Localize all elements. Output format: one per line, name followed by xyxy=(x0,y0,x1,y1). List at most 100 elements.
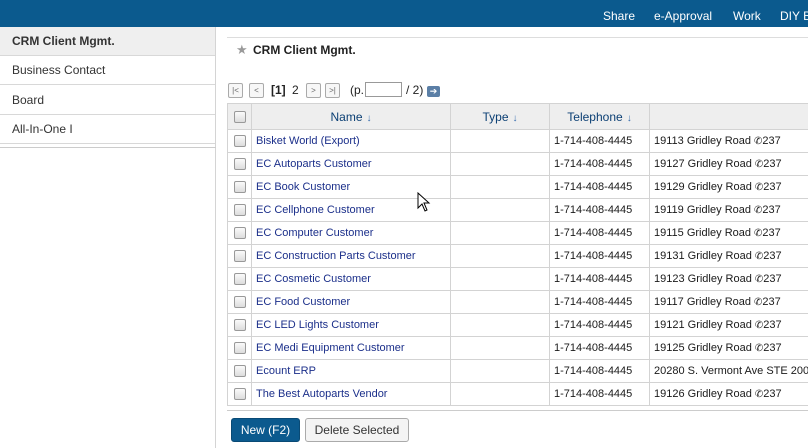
client-name-link[interactable]: Bisket World (Export) xyxy=(251,129,451,153)
sidebar: CRM Client Mgmt. Business Contact Board … xyxy=(0,27,216,448)
table-row[interactable]: The Best Autoparts Vendor 1-714-408-4445 1… xyxy=(227,382,808,406)
row-checkbox-cell xyxy=(227,198,252,222)
table-row[interactable]: EC Computer Customer 1-714-408-4445 19115 … xyxy=(227,221,808,245)
top-navigation-bar: Share e-Approval Work DIY B xyxy=(0,0,808,27)
table-row[interactable]: Bisket World (Export) 1-714-408-4445 19113… xyxy=(227,129,808,153)
row-checkbox[interactable] xyxy=(233,227,246,240)
table-row[interactable]: EC Medi Equipment Customer 1-714-408-4445… xyxy=(227,336,808,360)
page-link-2[interactable]: 2 xyxy=(292,83,299,97)
page-number-input[interactable] xyxy=(365,82,402,97)
table-row[interactable]: EC Book Customer 1-714-408-4445 19129 Grid… xyxy=(227,175,808,199)
first-page-button[interactable]: |< xyxy=(228,83,243,98)
next-page-button[interactable]: > xyxy=(306,83,321,98)
client-extension: 237 xyxy=(762,135,781,147)
client-address-cell: 19119 Gridley Road ✆237 xyxy=(649,198,808,222)
row-checkbox-cell xyxy=(227,336,252,360)
row-checkbox-cell xyxy=(227,221,252,245)
title-divider xyxy=(227,37,808,38)
client-address: 19123 Gridley Road xyxy=(654,273,752,285)
client-name-link[interactable]: EC Autoparts Customer xyxy=(251,152,451,176)
client-name-link[interactable]: EC Medi Equipment Customer xyxy=(251,336,451,360)
client-type xyxy=(450,336,550,360)
sidebar-item-all-in-one[interactable]: All-In-One I xyxy=(0,115,215,144)
page-title: CRM Client Mgmt. xyxy=(253,43,356,57)
go-page-icon[interactable]: ➔ xyxy=(427,86,440,97)
select-all-checkbox[interactable] xyxy=(233,111,246,124)
sidebar-item-board[interactable]: Board xyxy=(0,86,215,115)
sort-arrow-icon: ↓ xyxy=(366,112,372,124)
table-row[interactable]: EC Construction Parts Customer 1-714-408-… xyxy=(227,244,808,268)
client-address-cell: 19115 Gridley Road ✆237 xyxy=(649,221,808,245)
topnav-item-e-approval[interactable]: e-Approval xyxy=(654,9,712,23)
select-all-header xyxy=(227,103,252,130)
address-column-header[interactable]: Ac xyxy=(649,103,808,130)
row-checkbox[interactable] xyxy=(233,273,246,286)
client-type xyxy=(450,290,550,314)
table-row[interactable]: EC Food Customer 1-714-408-4445 19117 Grid… xyxy=(227,290,808,314)
client-name-link[interactable]: EC Food Customer xyxy=(251,290,451,314)
row-checkbox[interactable] xyxy=(233,296,246,309)
sidebar-menu: CRM Client Mgmt. Business Contact Board … xyxy=(0,27,216,148)
row-checkbox-cell xyxy=(227,152,252,176)
client-name-link[interactable]: EC Cosmetic Customer xyxy=(251,267,451,291)
client-extension: 237 xyxy=(763,319,782,331)
client-address-cell: 19117 Gridley Road ✆237 xyxy=(649,290,808,314)
type-header-label: Type xyxy=(482,109,509,124)
topnav-item-share[interactable]: Share xyxy=(603,9,635,23)
client-name-link[interactable]: EC Construction Parts Customer xyxy=(251,244,451,268)
row-checkbox-cell xyxy=(227,290,252,314)
client-extension: 237 xyxy=(763,273,782,285)
client-telephone: 1-714-408-4445 xyxy=(549,359,650,383)
client-name-link[interactable]: The Best Autoparts Vendor xyxy=(251,382,451,406)
new-button[interactable]: New (F2) xyxy=(231,418,300,442)
star-icon[interactable]: ★ xyxy=(236,42,248,58)
row-checkbox[interactable] xyxy=(233,135,246,148)
sort-arrow-icon: ↓ xyxy=(512,112,518,124)
sidebar-item-crm-client-mgmt[interactable]: CRM Client Mgmt. xyxy=(0,27,215,56)
row-checkbox[interactable] xyxy=(233,365,246,378)
type-column-header[interactable]: Type ↓ xyxy=(450,103,550,130)
row-checkbox[interactable] xyxy=(233,388,246,401)
topnav-item-work[interactable]: Work xyxy=(733,9,761,23)
client-telephone: 1-714-408-4445 xyxy=(549,198,650,222)
client-name-link[interactable]: EC LED Lights Customer xyxy=(251,313,451,337)
client-address: 19125 Gridley Road xyxy=(654,342,752,354)
client-name-link[interactable]: EC Computer Customer xyxy=(251,221,451,245)
table-row[interactable]: EC Cellphone Customer 1-714-408-4445 19119… xyxy=(227,198,808,222)
row-checkbox-cell xyxy=(227,175,252,199)
client-type xyxy=(450,175,550,199)
phone-icon: ✆ xyxy=(754,320,764,331)
client-extension: 237 xyxy=(762,204,781,216)
client-address-cell: 19125 Gridley Road ✆237 xyxy=(649,336,808,360)
sidebar-item-business-contact[interactable]: Business Contact xyxy=(0,56,215,85)
client-name-link[interactable]: Ecount ERP xyxy=(251,359,451,383)
row-checkbox[interactable] xyxy=(233,181,246,194)
row-checkbox[interactable] xyxy=(233,204,246,217)
client-address: 19117 Gridley Road xyxy=(654,296,752,308)
name-column-header[interactable]: Name ↓ xyxy=(251,103,451,130)
client-telephone: 1-714-408-4445 xyxy=(549,336,650,360)
row-checkbox[interactable] xyxy=(233,250,246,263)
topnav-item-diy[interactable]: DIY B xyxy=(780,9,808,23)
row-checkbox[interactable] xyxy=(233,342,246,355)
client-type xyxy=(450,244,550,268)
table-row[interactable]: EC Cosmetic Customer 1-714-408-4445 19123 … xyxy=(227,267,808,291)
row-checkbox-cell xyxy=(227,313,252,337)
delete-selected-button[interactable]: Delete Selected xyxy=(305,418,409,442)
table-row[interactable]: EC LED Lights Customer 1-714-408-4445 1912… xyxy=(227,313,808,337)
client-extension: 237 xyxy=(763,342,782,354)
client-extension: 237 xyxy=(763,250,782,262)
client-address-cell: 19123 Gridley Road ✆237 xyxy=(649,267,808,291)
table-row[interactable]: Ecount ERP 1-714-408-4445 20280 S. Vermont… xyxy=(227,359,808,383)
row-checkbox[interactable] xyxy=(233,158,246,171)
client-type xyxy=(450,221,550,245)
prev-page-button[interactable]: < xyxy=(249,83,264,98)
last-page-button[interactable]: >| xyxy=(325,83,340,98)
client-address: 19115 Gridley Road xyxy=(654,227,752,239)
table-row[interactable]: EC Autoparts Customer 1-714-408-4445 19127… xyxy=(227,152,808,176)
telephone-column-header[interactable]: Telephone ↓ xyxy=(549,103,650,130)
page-input-prefix: (p. xyxy=(350,83,365,97)
client-type xyxy=(450,129,550,153)
phone-icon: ✆ xyxy=(754,251,764,262)
row-checkbox[interactable] xyxy=(233,319,246,332)
